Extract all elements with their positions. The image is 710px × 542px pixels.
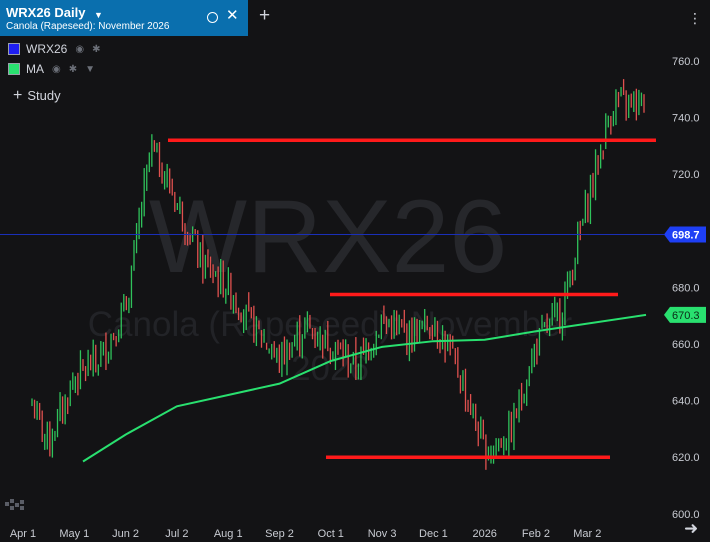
x-tick-label: Dec 1 xyxy=(419,528,448,540)
y-axis: 760.0740.0720.0700.0680.0660.0640.0620.0… xyxy=(664,56,706,521)
x-tick-label: Mar 2 xyxy=(573,528,601,540)
tab-link-circle-icon[interactable] xyxy=(207,12,218,23)
x-tick-label: Jul 2 xyxy=(165,528,188,540)
scroll-right-arrow-icon[interactable]: ➜ xyxy=(684,520,698,538)
x-tick-label: Feb 2 xyxy=(522,528,550,540)
chart-tab[interactable]: WRX26 Daily ▼ Canola (Rapeseed): Novembe… xyxy=(0,0,248,36)
price-chart[interactable]: WRX26 Canola (Rapeseed): November 2026 7… xyxy=(0,36,710,542)
more-menu-icon[interactable]: ⋮ xyxy=(688,9,702,27)
tab-close-icon[interactable]: ✕ xyxy=(226,8,239,24)
y-tick-label: 640.0 xyxy=(672,396,700,408)
add-tab-button[interactable]: + xyxy=(259,6,270,26)
tab-bar: WRX26 Daily ▼ Canola (Rapeseed): Novembe… xyxy=(0,0,710,36)
x-tick-label: 2026 xyxy=(472,528,496,540)
x-axis: Apr 1 May 1 Jun 2 Jul 2 Aug 1 Sep 2 Oct 1 Nov 3… xyxy=(10,528,602,540)
x-tick-label: Jun 2 xyxy=(112,528,139,540)
y-tick-label: 660.0 xyxy=(672,339,700,351)
ma-value-label: 670.3 xyxy=(672,310,700,322)
x-tick-label: Sep 2 xyxy=(265,528,294,540)
tab-caret-down-icon[interactable]: ▼ xyxy=(94,10,103,20)
y-tick-label: 760.0 xyxy=(672,56,700,68)
y-tick-label: 720.0 xyxy=(672,169,700,181)
x-tick-label: Apr 1 xyxy=(10,528,36,540)
app-logo xyxy=(5,498,27,517)
x-tick-label: May 1 xyxy=(59,528,89,540)
y-tick-label: 740.0 xyxy=(672,113,700,125)
x-tick-label: Nov 3 xyxy=(368,528,397,540)
tab-subtitle: Canola (Rapeseed): November 2026 xyxy=(6,21,170,32)
x-tick-label: Aug 1 xyxy=(214,528,243,540)
x-tick-label: Oct 1 xyxy=(318,528,344,540)
y-tick-label: 680.0 xyxy=(672,282,700,294)
tab-title: WRX26 Daily xyxy=(6,5,86,20)
y-tick-label: 620.0 xyxy=(672,452,700,464)
logo-icon xyxy=(5,499,24,510)
current-price-label: 698.7 xyxy=(672,229,700,241)
